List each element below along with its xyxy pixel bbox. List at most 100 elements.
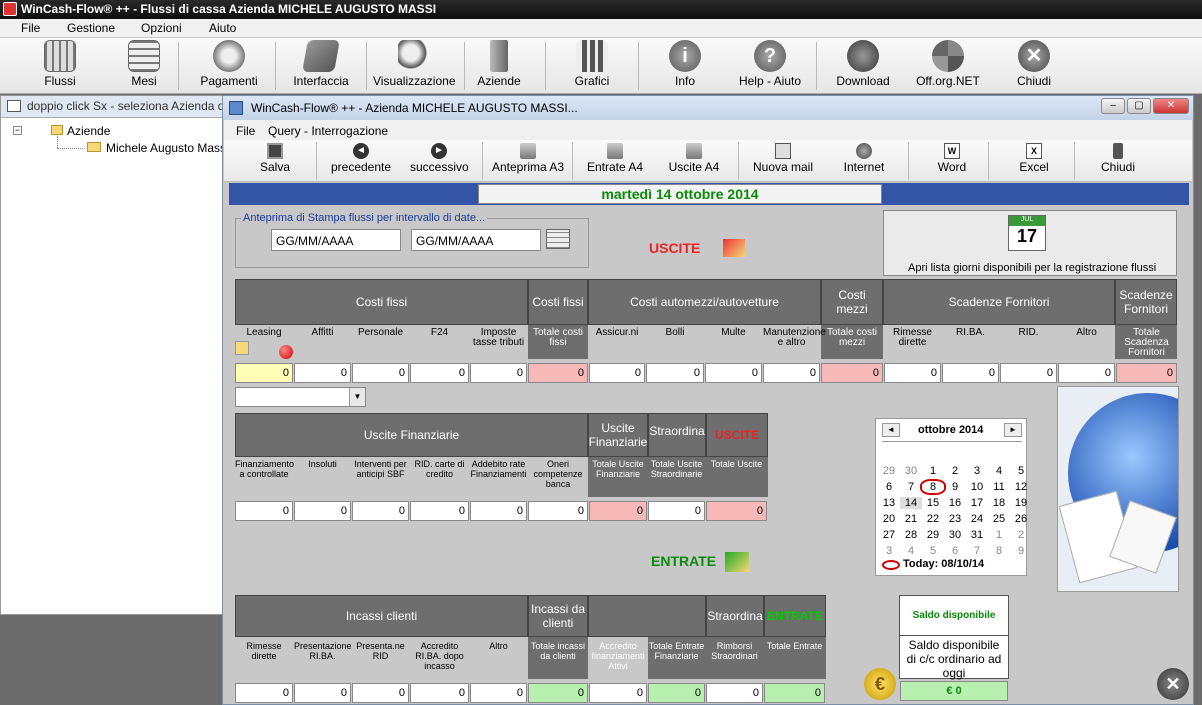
word-button[interactable]: W Word xyxy=(932,143,972,174)
visualizzazione-button[interactable]: Visualizzazione xyxy=(373,40,456,88)
internet-button[interactable]: Internet xyxy=(840,143,888,174)
minimize-button[interactable]: – xyxy=(1101,98,1125,114)
calendar-day[interactable]: 1 xyxy=(988,529,1010,541)
calendar-day[interactable]: 12 xyxy=(1010,481,1032,493)
calendar-day[interactable]: 8 xyxy=(920,479,946,495)
costi-value-field[interactable]: 0 xyxy=(1058,363,1115,383)
costi-value-field[interactable]: 0 xyxy=(235,363,293,383)
calendar-day[interactable]: 1 xyxy=(922,465,944,477)
calendar-day[interactable]: 4 xyxy=(900,545,922,557)
calendar-day[interactable]: 10 xyxy=(966,481,988,493)
fin-value-field[interactable]: 0 xyxy=(352,501,409,521)
calendar-day[interactable]: 30 xyxy=(944,529,966,541)
calendar-day[interactable]: 3 xyxy=(878,545,900,557)
calendar-day[interactable]: 5 xyxy=(1010,465,1032,477)
tree-item-azienda[interactable]: Michele Augusto Massi xyxy=(106,141,229,155)
calendar-day[interactable]: 15 xyxy=(922,497,944,509)
record-icon[interactable] xyxy=(279,345,293,359)
fin-value-field[interactable]: 0 xyxy=(528,501,588,521)
calendar-day[interactable]: 28 xyxy=(900,529,922,541)
calendar-day[interactable]: 25 xyxy=(988,513,1010,525)
precedente-button[interactable]: ◄ precedente xyxy=(330,143,392,174)
anteprima-a3-button[interactable]: Anteprima A3 xyxy=(490,143,566,174)
category-select[interactable]: ▼ xyxy=(235,387,366,407)
successivo-button[interactable]: ► successivo xyxy=(410,143,469,174)
calendar-day[interactable]: 29 xyxy=(922,529,944,541)
fin-value-field[interactable]: 0 xyxy=(470,501,527,521)
edit-icon[interactable] xyxy=(235,341,249,355)
calendar-day[interactable]: 22 xyxy=(922,513,944,525)
calendar-day[interactable]: 5 xyxy=(922,545,944,557)
calendar-day[interactable]: 6 xyxy=(878,481,900,493)
incassi-value-field[interactable]: 0 xyxy=(410,683,469,703)
calendar-next-button[interactable]: ► xyxy=(1004,423,1022,437)
calendar-picker-icon[interactable] xyxy=(546,229,570,249)
salva-button[interactable]: Salva xyxy=(258,143,292,174)
calendar-day[interactable]: 3 xyxy=(966,465,988,477)
fin-value-field[interactable]: 0 xyxy=(648,501,705,521)
incassi-value-field[interactable]: 0 xyxy=(470,683,527,703)
calendar-day[interactable]: 29 xyxy=(878,465,900,477)
calendar-day[interactable]: 23 xyxy=(944,513,966,525)
incassi-value-field[interactable]: 0 xyxy=(294,683,351,703)
fin-value-field[interactable]: 0 xyxy=(706,501,767,521)
incassi-value-field[interactable]: 0 xyxy=(589,683,647,703)
calendar-day[interactable]: 31 xyxy=(966,529,988,541)
wmenu-file[interactable]: File xyxy=(236,124,255,138)
fin-value-field[interactable]: 0 xyxy=(589,501,647,521)
calendar-day[interactable]: 2 xyxy=(1010,529,1032,541)
tree-root-aziende[interactable]: Aziende xyxy=(67,124,110,138)
calendar-day[interactable]: 30 xyxy=(900,465,922,477)
date-to-input[interactable]: GG/MM/AAAA xyxy=(411,229,541,251)
window-close-button[interactable]: ✕ xyxy=(1153,98,1189,114)
calendar-day[interactable]: 14 xyxy=(900,497,922,509)
incassi-value-field[interactable]: 0 xyxy=(352,683,409,703)
menu-gestione[interactable]: Gestione xyxy=(67,21,115,35)
calendar-day[interactable]: 18 xyxy=(988,497,1010,509)
costi-value-field[interactable]: 0 xyxy=(763,363,820,383)
offorg-button[interactable]: Off.org.NET xyxy=(914,40,982,88)
costi-value-field[interactable]: 0 xyxy=(942,363,999,383)
costi-value-field[interactable]: 0 xyxy=(884,363,941,383)
download-button[interactable]: Download xyxy=(836,40,890,88)
fin-value-field[interactable]: 0 xyxy=(410,501,469,521)
aziende-button[interactable]: Aziende xyxy=(475,40,523,88)
costi-value-field[interactable]: 0 xyxy=(294,363,351,383)
fin-value-field[interactable]: 0 xyxy=(294,501,351,521)
calendar-day[interactable]: 17 xyxy=(966,497,988,509)
open-list-button[interactable]: JUL 17 Apri lista giorni disponibili per… xyxy=(883,210,1177,276)
costi-value-field[interactable]: 0 xyxy=(352,363,409,383)
incassi-value-field[interactable]: 0 xyxy=(528,683,588,703)
pagamenti-button[interactable]: Pagamenti xyxy=(198,40,260,88)
grafici-button[interactable]: Grafici xyxy=(570,40,614,88)
nuova-mail-button[interactable]: Nuova mail xyxy=(751,143,815,174)
calendar-day[interactable]: 7 xyxy=(900,481,922,493)
tree-expander[interactable]: − xyxy=(13,126,22,135)
fin-value-field[interactable]: 0 xyxy=(235,501,293,521)
menu-aiuto[interactable]: Aiuto xyxy=(209,21,236,35)
incassi-value-field[interactable]: 0 xyxy=(706,683,763,703)
calendar-day[interactable]: 27 xyxy=(878,529,900,541)
close-circle-icon[interactable]: ✕ xyxy=(1157,668,1189,700)
mesi-button[interactable]: Mesi xyxy=(122,40,166,88)
costi-value-field[interactable]: 0 xyxy=(705,363,762,383)
interfaccia-button[interactable]: Interfaccia xyxy=(290,40,352,88)
maximize-button[interactable]: ▢ xyxy=(1127,98,1151,114)
wmenu-query[interactable]: Query - Interrogazione xyxy=(268,124,388,138)
info-button[interactable]: i Info xyxy=(663,40,707,88)
incassi-value-field[interactable]: 0 xyxy=(648,683,705,703)
entrate-a4-button[interactable]: Entrate A4 xyxy=(586,143,644,174)
excel-button[interactable]: X Excel xyxy=(1014,143,1054,174)
costi-value-field[interactable]: 0 xyxy=(528,363,588,383)
costi-value-field[interactable]: 0 xyxy=(589,363,645,383)
calendar-day[interactable]: 16 xyxy=(944,497,966,509)
help-button[interactable]: ? Help - Aiuto xyxy=(735,40,805,88)
calendar-day[interactable]: 26 xyxy=(1010,513,1032,525)
costi-value-field[interactable]: 0 xyxy=(821,363,883,383)
calendar-day[interactable]: 8 xyxy=(988,545,1010,557)
calendar-day[interactable]: 24 xyxy=(966,513,988,525)
calendar-day[interactable]: 7 xyxy=(966,545,988,557)
menu-file[interactable]: File xyxy=(21,21,40,35)
incassi-value-field[interactable]: 0 xyxy=(235,683,293,703)
calendar-day[interactable]: 19 xyxy=(1010,497,1032,509)
